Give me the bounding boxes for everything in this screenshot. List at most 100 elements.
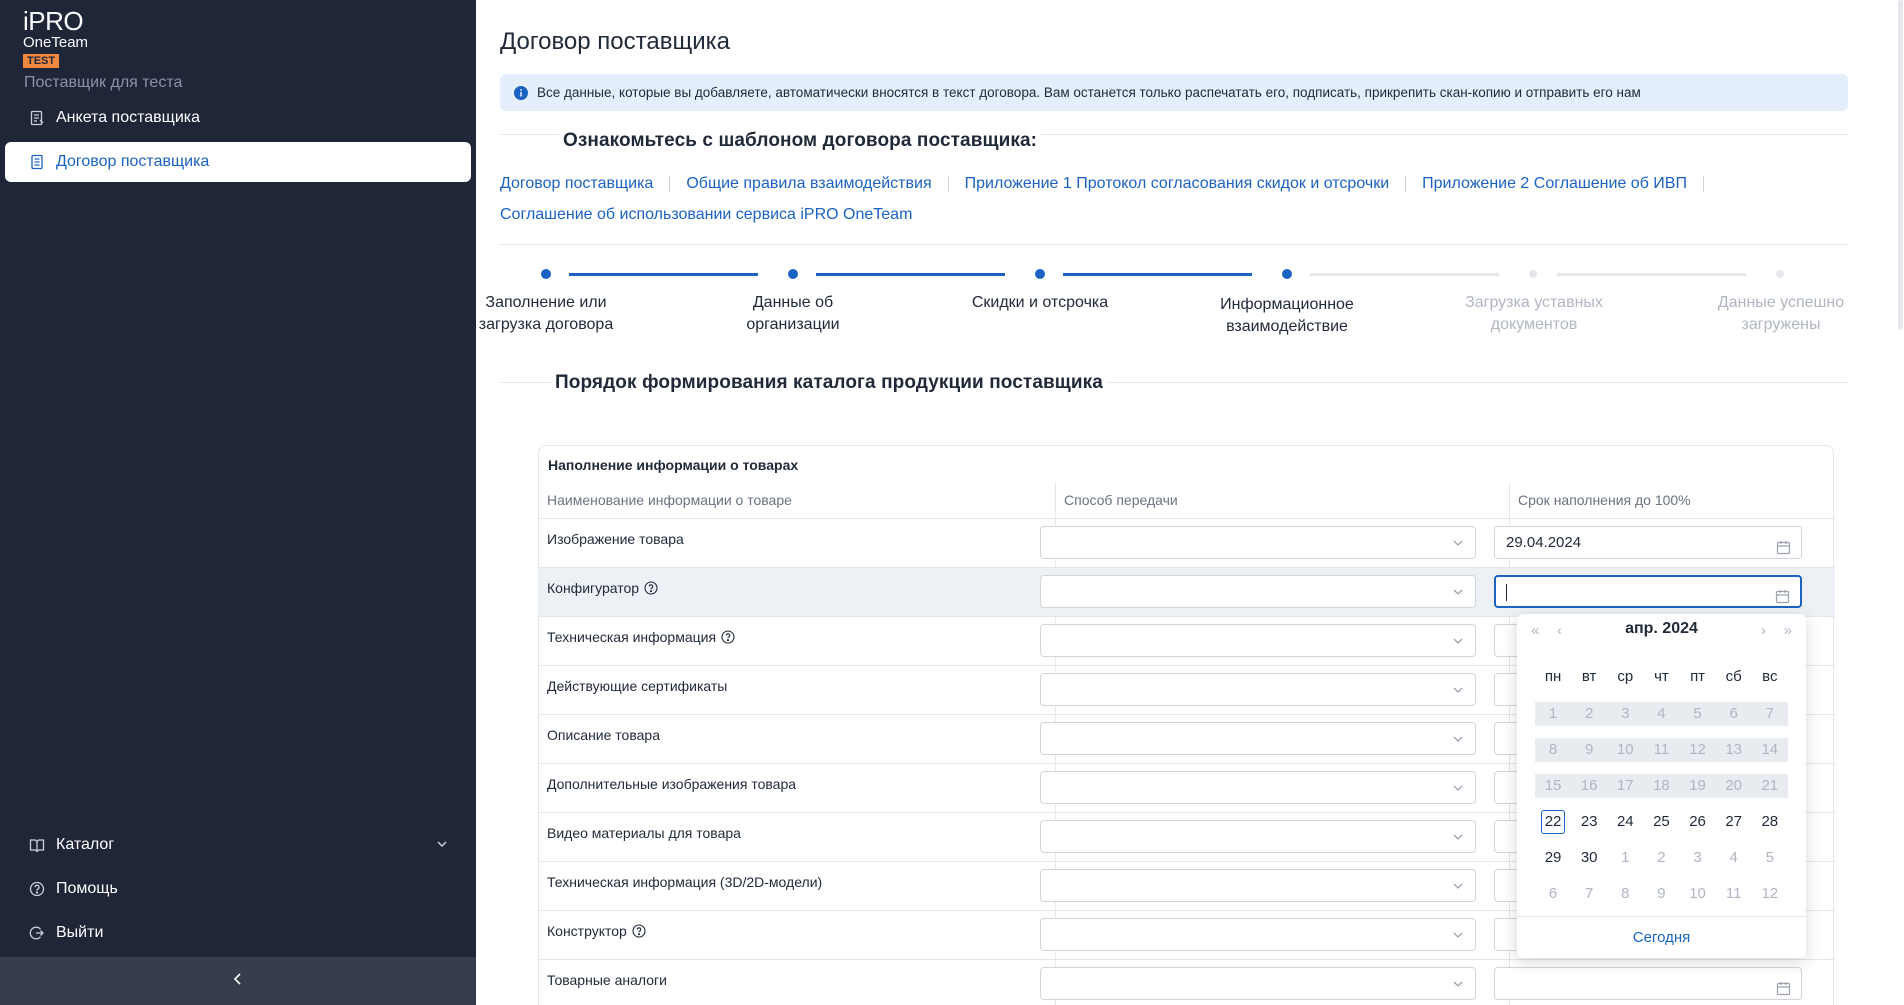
- calendar-day[interactable]: 10: [1680, 882, 1716, 906]
- calendar-day: 7: [1751, 702, 1788, 726]
- calendar-day[interactable]: 4: [1716, 846, 1752, 870]
- fill-deadline-date-input[interactable]: [1494, 575, 1802, 608]
- next-year-icon[interactable]: »: [1784, 622, 1792, 639]
- step-dot: [1776, 270, 1784, 278]
- transfer-method-select[interactable]: [1040, 820, 1476, 853]
- date-picker-header: « ‹ апр. 2024 › »: [1517, 614, 1806, 648]
- link-appendix-1[interactable]: Приложение 1 Протокол согласования скидо…: [965, 168, 1390, 199]
- calendar-day[interactable]: 7: [1571, 882, 1607, 906]
- link-service-agreement[interactable]: Соглашение об использовании сервиса iPRO…: [500, 199, 912, 230]
- sidebar-item-label: Договор поставщика: [56, 153, 210, 170]
- step-connector: [1063, 273, 1252, 276]
- row-name-text: Товарные аналоги: [547, 972, 667, 988]
- transfer-method-select[interactable]: [1040, 624, 1476, 657]
- transfer-method-select[interactable]: [1040, 673, 1476, 706]
- weekday-label: вт: [1581, 668, 1597, 685]
- calendar-day-number: 6: [1729, 705, 1738, 722]
- step-dot-current[interactable]: [1282, 269, 1292, 279]
- calendar-icon[interactable]: [1775, 585, 1790, 614]
- row-name-text: Дополнительные изображения товара: [547, 776, 797, 792]
- supplier-name: Поставщик для теста: [24, 74, 183, 91]
- step-dot[interactable]: [1035, 269, 1045, 279]
- calendar-day[interactable]: 8: [1607, 882, 1643, 906]
- calendar-day[interactable]: 2: [1643, 846, 1679, 870]
- calendar-day-number: 1: [1548, 705, 1558, 722]
- calendar-day-number: 19: [1689, 777, 1706, 794]
- sidebar-item-contract[interactable]: Договор поставщика: [5, 142, 471, 182]
- calendar-day-number: 11: [1725, 885, 1742, 902]
- step-dot[interactable]: [788, 269, 798, 279]
- chevron-down-icon: [1451, 781, 1465, 800]
- step-label: Данные об организации: [746, 294, 840, 333]
- calendar-day[interactable]: 27: [1716, 810, 1752, 834]
- calendar-day[interactable]: 30: [1571, 846, 1607, 870]
- calendar-day[interactable]: 12: [1752, 882, 1788, 906]
- sidebar-collapse-button[interactable]: [0, 957, 476, 1005]
- calendar-day: 5: [1679, 702, 1716, 726]
- next-month-icon[interactable]: ›: [1761, 622, 1766, 639]
- logo[interactable]: iPRO OneTeam TEST: [23, 8, 88, 69]
- chevron-down-icon: [1451, 536, 1465, 555]
- calendar-icon[interactable]: [1776, 535, 1791, 566]
- sidebar-item-catalog[interactable]: Каталог: [5, 825, 471, 865]
- transfer-method-select[interactable]: [1040, 722, 1476, 755]
- transfer-method-select[interactable]: [1040, 575, 1476, 608]
- weekday-label: вс: [1762, 668, 1778, 685]
- calendar-week: 22 23 24 25 26 27 28: [1535, 804, 1788, 840]
- calendar-day[interactable]: 23: [1571, 810, 1607, 834]
- row-name: Описание товара: [547, 727, 660, 743]
- scrollbar[interactable]: [1896, 0, 1904, 330]
- logo-product: OneTeam: [23, 34, 89, 51]
- calendar-day[interactable]: 5: [1752, 846, 1788, 870]
- calendar-day-number: 30: [1580, 849, 1598, 866]
- sidebar-item-logout[interactable]: Выйти: [5, 913, 471, 953]
- calendar-day[interactable]: 26: [1680, 810, 1716, 834]
- row-name-text: Описание товара: [547, 727, 660, 743]
- calendar-week: 8 9 10 11 12 13 14: [1535, 732, 1788, 768]
- calendar-day-number: 5: [1693, 705, 1702, 722]
- table-row: Изображение товара 29.04.2024: [538, 518, 1835, 567]
- calendar-icon[interactable]: [1776, 976, 1791, 1005]
- step-label: Заполнение или загрузка договора: [478, 294, 614, 333]
- link-appendix-2[interactable]: Приложение 2 Соглашение об ИВП: [1422, 168, 1687, 199]
- calendar-day[interactable]: 29: [1535, 846, 1571, 870]
- step-label: Данные успешно загружены: [1717, 294, 1845, 333]
- transfer-method-select[interactable]: [1040, 918, 1476, 951]
- step-connector: [1557, 273, 1746, 276]
- help-icon[interactable]: [644, 581, 658, 595]
- link-supplier-contract[interactable]: Договор поставщика: [500, 168, 653, 199]
- link-general-rules[interactable]: Общие правила взаимодействия: [686, 168, 931, 199]
- calendar-day[interactable]: 25: [1643, 810, 1679, 834]
- sidebar-item-questionnaire[interactable]: Анкета поставщика: [5, 98, 471, 138]
- info-banner: Все данные, которые вы добавляете, автом…: [500, 74, 1848, 111]
- calendar-day[interactable]: 1: [1607, 846, 1643, 870]
- calendar-day[interactable]: 28: [1752, 810, 1788, 834]
- fill-deadline-date-input[interactable]: 29.04.2024: [1494, 526, 1802, 559]
- date-value: 29.04.2024: [1506, 534, 1582, 551]
- fill-deadline-date-input[interactable]: [1494, 967, 1802, 1000]
- calendar-day: 15: [1535, 774, 1572, 798]
- calendar-day[interactable]: 3: [1680, 846, 1716, 870]
- transfer-method-select[interactable]: [1040, 967, 1476, 1000]
- sidebar-item-help[interactable]: Помощь: [5, 869, 471, 909]
- calendar-day-number: 10: [1689, 885, 1706, 902]
- calendar-day: 10: [1607, 738, 1644, 762]
- calendar-day[interactable]: 9: [1643, 882, 1679, 906]
- weekday-label: ср: [1617, 668, 1634, 685]
- help-icon[interactable]: [721, 630, 735, 644]
- transfer-method-select[interactable]: [1040, 869, 1476, 902]
- calendar-day[interactable]: 6: [1535, 882, 1571, 906]
- chevron-down-icon[interactable]: [435, 837, 449, 856]
- help-icon[interactable]: [632, 924, 646, 938]
- step-connector: [816, 273, 1005, 276]
- today-button[interactable]: Сегодня: [1517, 916, 1806, 958]
- calendar-day[interactable]: 11: [1716, 882, 1752, 906]
- step-dot[interactable]: [541, 269, 551, 279]
- calendar-day-today[interactable]: 22: [1535, 810, 1571, 834]
- transfer-method-select[interactable]: [1040, 771, 1476, 804]
- table-row: Товарные аналоги: [538, 959, 1835, 1005]
- calendar-day[interactable]: 24: [1607, 810, 1643, 834]
- template-section-title: Ознакомьтесь с шаблоном договора поставщ…: [559, 130, 1042, 152]
- transfer-method-select[interactable]: [1040, 526, 1476, 559]
- row-name-text: Техническая информация (3D/2D-модели): [547, 874, 823, 890]
